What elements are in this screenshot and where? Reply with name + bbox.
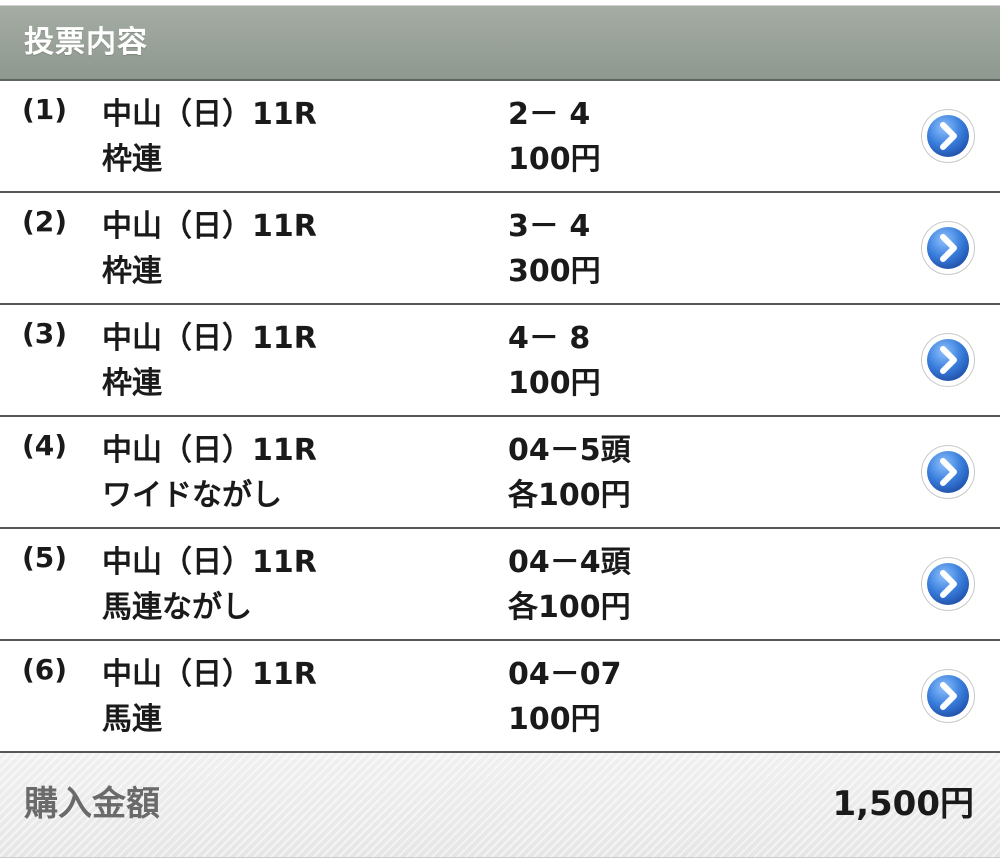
chevron-right-circle-icon[interactable]: [920, 108, 976, 164]
bet-amount: 300円: [508, 254, 601, 289]
chevron-right-circle-icon[interactable]: [920, 444, 976, 500]
bet-race: 中山（日）11R: [102, 209, 317, 244]
bet-list: (1) 中山（日）11R 枠連 2－ 4 100円 (2) 中山（日）11R 枠…: [0, 81, 1000, 753]
bet-number: (3): [22, 317, 68, 350]
bet-amount: 100円: [508, 142, 601, 177]
chevron-right-circle-icon[interactable]: [920, 220, 976, 276]
bet-combination: 3－ 4: [508, 209, 591, 244]
bet-race: 中山（日）11R: [102, 321, 317, 356]
bet-combination: 2－ 4: [508, 97, 591, 132]
bet-row-4[interactable]: (4) 中山（日）11R ワイドながし 04－5頭 各100円: [0, 417, 1000, 529]
bet-number: (5): [22, 541, 68, 574]
bet-amount: 各100円: [508, 478, 631, 513]
bet-race: 中山（日）11R: [102, 545, 317, 580]
bet-number: (4): [22, 429, 68, 462]
total-label: 購入金額: [24, 784, 160, 824]
bet-type: 枠連: [102, 254, 162, 289]
bet-combination: 04－4頭: [508, 545, 631, 580]
bet-row-1[interactable]: (1) 中山（日）11R 枠連 2－ 4 100円: [0, 81, 1000, 193]
bet-amount: 100円: [508, 702, 601, 737]
bet-race: 中山（日）11R: [102, 657, 317, 692]
bet-number: (6): [22, 653, 68, 686]
bet-type: 枠連: [102, 366, 162, 401]
bet-number: (1): [22, 93, 68, 126]
bet-race: 中山（日）11R: [102, 433, 317, 468]
bet-type: 馬連ながし: [102, 590, 252, 625]
bet-row-3[interactable]: (3) 中山（日）11R 枠連 4－ 8 100円: [0, 305, 1000, 417]
bet-row-6[interactable]: (6) 中山（日）11R 馬連 04－07 100円: [0, 641, 1000, 753]
section-title: 投票内容: [24, 25, 148, 60]
chevron-right-circle-icon[interactable]: [920, 332, 976, 388]
bet-number: (2): [22, 205, 68, 238]
bet-type: 枠連: [102, 142, 162, 177]
bet-row-5[interactable]: (5) 中山（日）11R 馬連ながし 04－4頭 各100円: [0, 529, 1000, 641]
bet-combination: 04－07: [508, 657, 622, 692]
bet-race: 中山（日）11R: [102, 97, 317, 132]
section-header: 投票内容: [0, 6, 1000, 81]
chevron-right-circle-icon[interactable]: [920, 556, 976, 612]
bet-type: ワイドながし: [102, 478, 282, 513]
bet-combination: 4－ 8: [508, 321, 591, 356]
bet-amount: 各100円: [508, 590, 631, 625]
bet-combination: 04－5頭: [508, 433, 631, 468]
total-bar: 購入金額 1,500円: [0, 753, 1000, 858]
bet-type: 馬連: [102, 702, 162, 737]
chevron-right-circle-icon[interactable]: [920, 668, 976, 724]
bet-row-2[interactable]: (2) 中山（日）11R 枠連 3－ 4 300円: [0, 193, 1000, 305]
total-value: 1,500円: [832, 784, 974, 824]
bet-amount: 100円: [508, 366, 601, 401]
